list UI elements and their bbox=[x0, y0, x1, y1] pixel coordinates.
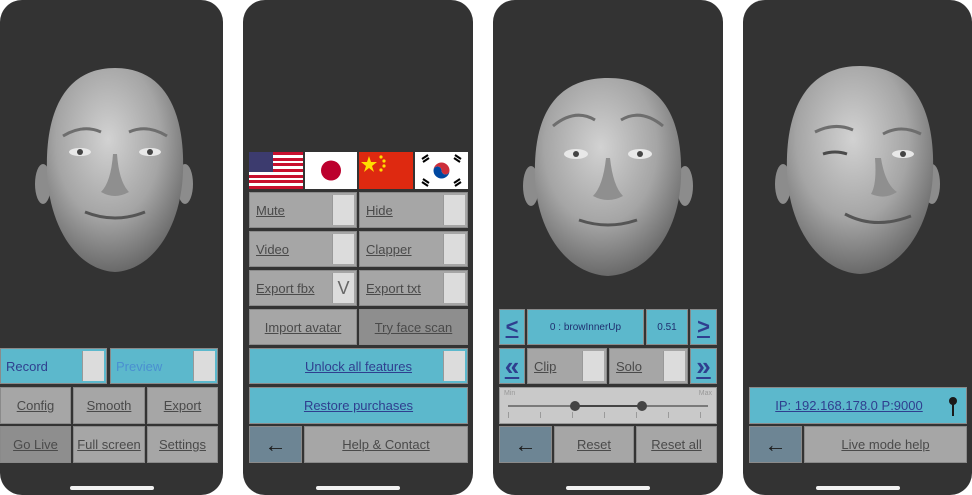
phone-screen-main: Record Preview Config Smooth Export Go L… bbox=[0, 0, 223, 495]
previous-blendshape-button[interactable]: < bbox=[499, 309, 525, 345]
export-fbx-button[interactable]: Export fbx V bbox=[249, 270, 357, 306]
back-button[interactable]: ← bbox=[499, 426, 552, 463]
slider-max-handle[interactable] bbox=[637, 401, 647, 411]
range-slider[interactable]: Min Max bbox=[499, 387, 717, 424]
video-button[interactable]: Video bbox=[249, 231, 357, 267]
restore-purchases-button[interactable]: Restore purchases bbox=[249, 387, 468, 424]
phone-screen-settings: Mute Hide Video Clapper Export fbx V Exp… bbox=[243, 0, 473, 495]
slider-max-label: Max bbox=[698, 390, 712, 397]
clapper-label: Clapper bbox=[366, 241, 412, 257]
back-button[interactable]: ← bbox=[249, 426, 302, 463]
chevron-right-icon: > bbox=[697, 314, 710, 339]
blendshape-value: 0.51 bbox=[646, 309, 688, 345]
clip-toggle[interactable] bbox=[582, 351, 604, 381]
home-indicator bbox=[566, 486, 650, 490]
record-button[interactable]: Record bbox=[0, 348, 107, 384]
china-flag-icon[interactable] bbox=[359, 152, 413, 189]
unlock-all-features-button[interactable]: Unlock all features bbox=[249, 348, 468, 384]
full-screen-button[interactable]: Full screen bbox=[73, 426, 145, 463]
home-indicator bbox=[815, 486, 900, 490]
back-arrow-icon: ← bbox=[264, 431, 287, 457]
hide-toggle[interactable] bbox=[443, 195, 465, 225]
import-avatar-button[interactable]: Import avatar bbox=[249, 309, 357, 345]
korea-flag-icon[interactable] bbox=[415, 152, 468, 189]
config-button[interactable]: Config bbox=[0, 387, 71, 424]
phone-screen-blendshapes: < 0 : browInnerUp 0.51 > « Clip Solo » M… bbox=[493, 0, 723, 495]
clip-button[interactable]: Clip bbox=[527, 348, 607, 384]
next-blendshape-button[interactable]: > bbox=[690, 309, 717, 345]
unlock-toggle[interactable] bbox=[443, 351, 465, 381]
smooth-button[interactable]: Smooth bbox=[73, 387, 145, 424]
go-live-button[interactable]: Go Live bbox=[0, 426, 71, 463]
preview-toggle[interactable] bbox=[193, 351, 215, 381]
unlock-label: Unlock all features bbox=[305, 358, 412, 374]
hide-label: Hide bbox=[366, 202, 393, 218]
back-button[interactable]: ← bbox=[749, 426, 802, 463]
clip-label: Clip bbox=[534, 358, 557, 374]
phone-screen-live-mode: IP: 192.168.178.0 P:9000 ← Live mode hel… bbox=[743, 0, 972, 495]
mute-toggle[interactable] bbox=[332, 195, 354, 225]
export-fbx-label: Export fbx bbox=[256, 280, 315, 296]
ip-label: IP: 192.168.178.0 P:9000 bbox=[775, 398, 923, 413]
chevron-down-icon[interactable]: V bbox=[332, 273, 354, 303]
face-avatar bbox=[35, 68, 193, 272]
record-label: Record bbox=[6, 358, 48, 374]
slider-min-label: Min bbox=[504, 390, 516, 397]
us-flag-icon[interactable] bbox=[249, 152, 303, 189]
ip-address-button[interactable]: IP: 192.168.178.0 P:9000 bbox=[749, 387, 967, 424]
preview-label: Preview bbox=[116, 358, 163, 374]
double-chevron-right-icon: » bbox=[696, 350, 711, 381]
reset-button[interactable]: Reset bbox=[554, 426, 634, 463]
clapper-toggle[interactable] bbox=[443, 234, 465, 264]
preview-button[interactable]: Preview bbox=[110, 348, 218, 384]
live-mode-help-button[interactable]: Live mode help bbox=[804, 426, 967, 463]
home-indicator bbox=[316, 486, 400, 490]
blendshape-name: 0 : browInnerUp bbox=[527, 309, 644, 345]
export-txt-label: Export txt bbox=[366, 280, 421, 296]
export-button[interactable]: Export bbox=[147, 387, 218, 424]
back-arrow-icon: ← bbox=[764, 431, 787, 457]
help-contact-button[interactable]: Help & Contact bbox=[304, 426, 468, 463]
pin-icon bbox=[949, 397, 957, 416]
solo-toggle[interactable] bbox=[663, 351, 685, 381]
mute-button[interactable]: Mute bbox=[249, 192, 357, 228]
video-label: Video bbox=[256, 241, 290, 257]
clapper-button[interactable]: Clapper bbox=[359, 231, 468, 267]
slider-ticks bbox=[508, 412, 708, 418]
rewind-button[interactable]: « bbox=[499, 348, 525, 384]
slider-min-handle[interactable] bbox=[570, 401, 580, 411]
solo-label: Solo bbox=[616, 358, 643, 374]
export-txt-toggle[interactable] bbox=[443, 273, 465, 303]
forward-button[interactable]: » bbox=[690, 348, 717, 384]
slider-selected-range bbox=[575, 405, 642, 407]
try-face-scan-button[interactable]: Try face scan bbox=[359, 309, 468, 345]
home-indicator bbox=[69, 486, 154, 490]
solo-button[interactable]: Solo bbox=[609, 348, 688, 384]
face-avatar bbox=[775, 66, 940, 274]
settings-button[interactable]: Settings bbox=[147, 426, 218, 463]
record-toggle[interactable] bbox=[82, 351, 104, 381]
japan-flag-icon[interactable] bbox=[305, 152, 357, 189]
back-arrow-icon: ← bbox=[514, 431, 537, 457]
hide-button[interactable]: Hide bbox=[359, 192, 468, 228]
double-chevron-left-icon: « bbox=[504, 350, 520, 381]
video-toggle[interactable] bbox=[332, 234, 354, 264]
reset-all-button[interactable]: Reset all bbox=[636, 426, 717, 463]
chevron-left-icon: < bbox=[505, 314, 519, 339]
face-avatar bbox=[523, 78, 693, 276]
mute-label: Mute bbox=[256, 202, 285, 218]
export-txt-button[interactable]: Export txt bbox=[359, 270, 468, 306]
